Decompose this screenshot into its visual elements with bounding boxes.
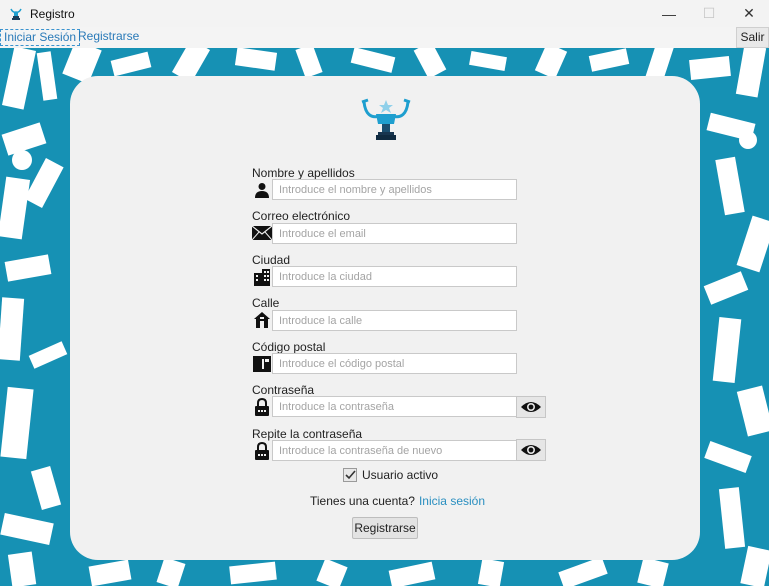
show-repeat-password-button[interactable] bbox=[516, 439, 546, 461]
menu-bar: Iniciar Sesión Registrarse Salir bbox=[0, 27, 769, 48]
postal-code-icon bbox=[252, 354, 272, 374]
city-input[interactable] bbox=[272, 266, 517, 287]
repeat-password-input[interactable] bbox=[272, 440, 517, 461]
menu-login-link[interactable]: Iniciar Sesión bbox=[0, 29, 81, 46]
lock-icon bbox=[252, 441, 272, 461]
trophy-icon bbox=[10, 8, 22, 20]
person-icon bbox=[252, 180, 272, 200]
have-account-row: Tienes una cuenta? Inicia sesión bbox=[310, 494, 485, 508]
login-link[interactable]: Inicia sesión bbox=[419, 494, 485, 508]
window-controls: — ☐ ✕ bbox=[649, 0, 769, 27]
eye-icon bbox=[521, 402, 541, 412]
street-input[interactable] bbox=[272, 310, 517, 331]
checkmark-icon bbox=[344, 470, 356, 480]
name-input[interactable] bbox=[272, 179, 517, 200]
house-icon bbox=[252, 310, 272, 330]
minimize-icon[interactable]: — bbox=[649, 0, 689, 27]
window-title: Registro bbox=[30, 6, 75, 21]
email-label: Correo electrónico bbox=[252, 209, 351, 223]
email-input[interactable] bbox=[272, 223, 517, 244]
lock-icon bbox=[252, 397, 272, 417]
repeat-password-label: Repite la contraseña bbox=[252, 427, 363, 441]
eye-icon bbox=[521, 445, 541, 455]
postal-code-label: Código postal bbox=[252, 340, 326, 354]
postal-code-input[interactable] bbox=[272, 353, 517, 374]
password-input[interactable] bbox=[272, 396, 517, 417]
have-account-text: Tienes una cuenta? bbox=[310, 494, 415, 508]
exit-button[interactable]: Salir bbox=[736, 27, 769, 48]
app-window: Registro — ☐ ✕ Iniciar Sesión Registrars… bbox=[0, 0, 769, 586]
active-user-checkbox[interactable] bbox=[343, 468, 357, 482]
city-icon bbox=[252, 267, 272, 287]
active-user-label: Usuario activo bbox=[362, 468, 439, 482]
title-bar: Registro — ☐ ✕ bbox=[0, 0, 769, 27]
envelope-icon bbox=[252, 223, 272, 243]
close-icon[interactable]: ✕ bbox=[729, 0, 769, 27]
maximize-icon[interactable]: ☐ bbox=[689, 0, 729, 27]
active-user-row[interactable]: Usuario activo bbox=[343, 468, 438, 482]
password-label: Contraseña bbox=[252, 383, 315, 397]
name-label: Nombre y apellidos bbox=[252, 166, 355, 180]
street-label: Calle bbox=[252, 296, 280, 310]
register-button[interactable]: Registrarse bbox=[352, 517, 418, 539]
city-label: Ciudad bbox=[252, 253, 291, 267]
menu-register-link[interactable]: Registrarse bbox=[75, 29, 142, 46]
show-password-button[interactable] bbox=[516, 396, 546, 418]
trophy-logo-icon bbox=[361, 98, 411, 140]
